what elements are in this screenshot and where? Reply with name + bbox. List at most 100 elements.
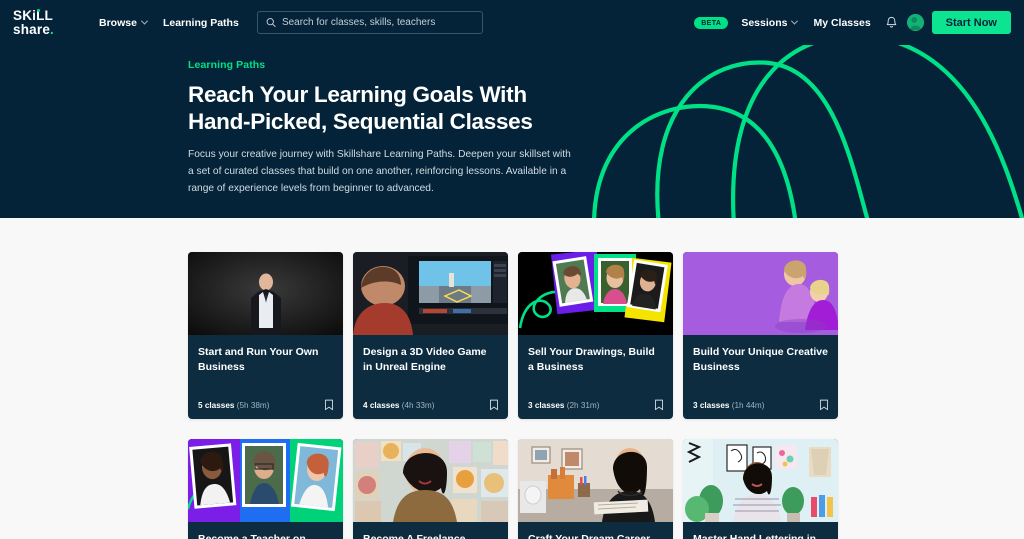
card-body: Design a 3D Video Game in Unreal Engine … [353, 335, 508, 419]
card-footer: 3 classes (2h 31m) [528, 399, 664, 411]
site-header: SKiLL share. Browse Learning Paths Searc… [0, 0, 1024, 45]
card-duration: (2h 31m) [566, 400, 600, 410]
header-actions: BETA Sessions My Classes Start Now [694, 10, 1011, 36]
bookmark-icon [325, 399, 333, 411]
thumbnail-art [353, 252, 508, 335]
card-thumbnail [353, 439, 508, 522]
search-icon [266, 18, 276, 28]
decorative-arcs [592, 45, 1024, 218]
bookmark-button[interactable] [654, 399, 664, 411]
thumbnail-art [518, 252, 673, 335]
card-thumbnail [518, 252, 673, 335]
learning-path-card[interactable]: Design a 3D Video Game in Unreal Engine … [353, 252, 508, 419]
sessions-label: Sessions [741, 16, 788, 29]
card-title: Design a 3D Video Game in Unreal Engine [363, 346, 487, 373]
nav-item-learning-paths[interactable]: Learning Paths [155, 11, 247, 35]
my-classes-label: My Classes [813, 16, 871, 29]
card-thumbnail [683, 252, 838, 335]
learning-paths-grid: Start and Run Your Own Business 5 classe… [188, 252, 838, 539]
hero-eyebrow: Learning Paths [188, 59, 266, 71]
card-duration: (5h 38m) [236, 400, 270, 410]
thumbnail-art [188, 439, 343, 522]
logo-text-share: share [13, 21, 51, 37]
thumbnail-art [188, 252, 343, 335]
card-footer: 4 classes (4h 33m) [363, 399, 499, 411]
bell-icon [886, 16, 897, 28]
card-footer: 5 classes (5h 38m) [198, 399, 334, 411]
card-meta: 3 classes (1h 44m) [693, 401, 764, 410]
card-class-count: 3 classes [528, 400, 565, 410]
card-body: Build Your Unique Creative Business 3 cl… [683, 335, 838, 419]
nav-browse-label: Browse [99, 16, 137, 29]
notifications-button[interactable] [879, 10, 905, 36]
bookmark-icon [655, 399, 663, 411]
search-bar[interactable] [256, 11, 483, 34]
card-title: Sell Your Drawings, Build a Business [528, 346, 655, 373]
card-thumbnail [188, 252, 343, 335]
nav-item-my-classes[interactable]: My Classes [805, 11, 878, 35]
card-title: Start and Run Your Own Business [198, 346, 319, 373]
card-duration: (1h 44m) [731, 400, 765, 410]
learning-path-card[interactable]: Become A Freelance Illustrator: Career S… [353, 439, 508, 539]
bookmark-button[interactable] [819, 399, 829, 411]
bookmark-icon [820, 399, 828, 411]
card-body: Craft Your Dream Career Path [518, 522, 673, 539]
logo-line-skill: SKiLL [13, 8, 75, 23]
card-class-count: 4 classes [363, 400, 400, 410]
card-title: Become a Teacher on Skillshare and Beyon… [198, 533, 306, 539]
logo-line-share: share. [13, 21, 75, 37]
card-meta: 3 classes (2h 31m) [528, 401, 599, 410]
learning-path-card[interactable]: Become a Teacher on Skillshare and Beyon… [188, 439, 343, 539]
skillshare-logo[interactable]: SKiLL share. [13, 8, 75, 37]
card-title: Become A Freelance Illustrator: Career S… [363, 533, 466, 539]
card-body: Master Hand Lettering in Procreate with … [683, 522, 838, 539]
page-root: SKiLL share. Browse Learning Paths Searc… [0, 0, 1024, 539]
card-thumbnail [188, 439, 343, 522]
thumbnail-art [353, 439, 508, 522]
hero-content: Learning Paths Reach Your Learning Goals… [188, 59, 588, 197]
card-class-count: 3 classes [693, 400, 730, 410]
chevron-down-icon [791, 17, 799, 25]
thumbnail-art [683, 252, 838, 335]
card-body: Become a Teacher on Skillshare and Beyon… [188, 522, 343, 539]
card-duration: (4h 33m) [401, 400, 435, 410]
thumbnail-art [518, 439, 673, 522]
card-meta: 4 classes (4h 33m) [363, 401, 434, 410]
card-title: Build Your Unique Creative Business [693, 346, 828, 373]
learning-path-card[interactable]: Sell Your Drawings, Build a Business 3 c… [518, 252, 673, 419]
main-content: Start and Run Your Own Business 5 classe… [0, 218, 1024, 539]
card-title: Craft Your Dream Career Path [528, 533, 651, 539]
nav-item-sessions[interactable]: Sessions [733, 11, 805, 35]
avatar-icon [906, 14, 924, 31]
chevron-down-icon [140, 17, 148, 25]
card-thumbnail [353, 252, 508, 335]
card-thumbnail [518, 439, 673, 522]
nav-learning-paths-label: Learning Paths [162, 16, 239, 29]
thumbnail-art [683, 439, 838, 522]
hero-section: Learning Paths Reach Your Learning Goals… [0, 45, 1024, 218]
card-footer: 3 classes (1h 44m) [693, 399, 829, 411]
learning-path-card[interactable]: Start and Run Your Own Business 5 classe… [188, 252, 343, 419]
bookmark-icon [490, 399, 498, 411]
card-title: Master Hand Lettering in Procreate with … [693, 533, 817, 539]
learning-path-card[interactable]: Build Your Unique Creative Business 3 cl… [683, 252, 838, 419]
page-title: Reach Your Learning Goals With Hand-Pick… [188, 82, 533, 134]
bookmark-button[interactable] [324, 399, 334, 411]
bookmark-button[interactable] [489, 399, 499, 411]
learning-path-card[interactable]: Craft Your Dream Career Path [518, 439, 673, 539]
card-thumbnail [683, 439, 838, 522]
card-class-count: 5 classes [198, 400, 235, 410]
beta-badge: BETA [694, 16, 729, 29]
primary-nav: Browse Learning Paths [91, 11, 247, 35]
start-now-button[interactable]: Start Now [931, 11, 1011, 34]
learning-path-card[interactable]: Master Hand Lettering in Procreate with … [683, 439, 838, 539]
nav-item-browse[interactable]: Browse [91, 11, 155, 35]
card-body: Start and Run Your Own Business 5 classe… [188, 335, 343, 419]
card-body: Become A Freelance Illustrator: Career S… [353, 522, 508, 539]
logo-period: . [50, 21, 54, 37]
logo-i-dot [36, 8, 40, 12]
card-meta: 5 classes (5h 38m) [198, 401, 269, 410]
user-avatar[interactable] [906, 14, 924, 31]
search-input[interactable] [281, 17, 474, 28]
card-body: Sell Your Drawings, Build a Business 3 c… [518, 335, 673, 419]
